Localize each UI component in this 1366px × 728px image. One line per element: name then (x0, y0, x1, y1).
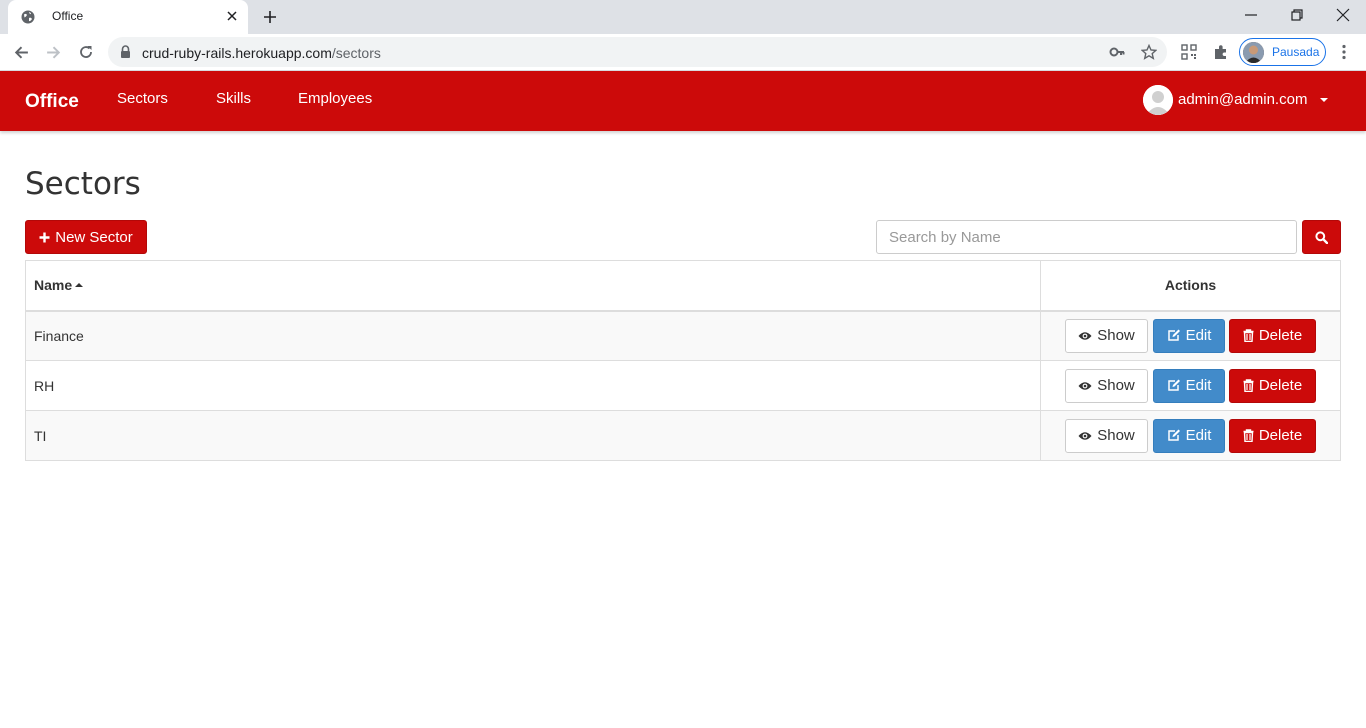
profile-label: Pausada (1272, 45, 1320, 59)
url-path: /sectors (331, 45, 381, 61)
pencil-square-icon (1167, 329, 1181, 342)
sector-name-cell: TI (25, 410, 1041, 461)
column-header-name-label: Name (34, 277, 73, 294)
pencil-square-icon (1167, 429, 1181, 442)
edit-button[interactable]: Edit (1153, 418, 1225, 453)
delete-label: Delete (1258, 327, 1303, 345)
search-input[interactable] (876, 220, 1297, 254)
delete-label: Delete (1258, 427, 1303, 444)
delete-button[interactable]: Delete (1229, 368, 1316, 403)
forward-arrow-icon[interactable] (45, 44, 62, 61)
eye-icon (1078, 381, 1092, 391)
show-label: Show (1097, 327, 1135, 345)
show-button[interactable]: Show (1065, 418, 1148, 453)
edit-label: Edit (1185, 427, 1212, 444)
browser-toolbar: crud-ruby-rails.herokuapp.com/sectors Pa… (0, 34, 1366, 71)
chevron-down-icon (1320, 98, 1328, 102)
profile-avatar (1243, 42, 1264, 63)
new-sector-button[interactable]: New Sector (25, 220, 147, 254)
globe-icon (21, 10, 35, 24)
user-email: admin@admin.com (1178, 91, 1308, 108)
nav-link-skills[interactable]: Skills (216, 90, 251, 107)
table-row: TI Show Edit Delete (25, 410, 1341, 461)
star-icon[interactable] (1141, 44, 1157, 60)
sort-ascending-icon (75, 283, 84, 288)
trash-icon (1243, 329, 1254, 343)
column-header-actions: Actions (1040, 260, 1341, 312)
browser-tab-strip: Office (0, 0, 1366, 34)
sector-name-cell: Finance (25, 310, 1041, 361)
url-host: crud-ruby-rails.herokuapp.com (142, 45, 332, 61)
restore-icon[interactable] (1290, 8, 1304, 22)
delete-button[interactable]: Delete (1229, 318, 1316, 353)
edit-label: Edit (1185, 327, 1212, 345)
eye-icon (1078, 331, 1092, 341)
tab-title: Office (52, 9, 84, 23)
new-tab-icon[interactable] (262, 9, 278, 25)
nav-link-sectors[interactable]: Sectors (117, 90, 168, 107)
kebab-menu-icon[interactable] (1337, 44, 1351, 60)
edit-button[interactable]: Edit (1153, 318, 1225, 353)
url-text[interactable]: crud-ruby-rails.herokuapp.com/sectors (142, 45, 381, 61)
app-navbar: Office Sectors Skills Employees admin@ad… (0, 71, 1366, 131)
sectors-table: Name Actions Finance Show Edit Delete RH… (25, 260, 1341, 461)
plus-icon (39, 232, 50, 243)
close-icon[interactable] (226, 10, 238, 22)
table-row: Finance Show Edit Delete (25, 310, 1341, 361)
search-icon (1315, 230, 1328, 244)
sector-name-cell: RH (25, 360, 1041, 411)
show-button[interactable]: Show (1065, 368, 1148, 403)
eye-icon (1078, 431, 1092, 441)
nav-link-employees[interactable]: Employees (298, 90, 372, 107)
back-arrow-icon[interactable] (13, 44, 30, 61)
window-close-icon[interactable] (1336, 8, 1350, 22)
pencil-square-icon (1167, 379, 1181, 392)
show-label: Show (1097, 377, 1135, 394)
delete-label: Delete (1258, 377, 1303, 394)
show-button[interactable]: Show (1065, 318, 1148, 353)
actions-cell: Show Edit Delete (1040, 360, 1341, 411)
show-label: Show (1097, 427, 1135, 444)
qr-code-icon[interactable] (1181, 44, 1197, 60)
key-icon[interactable] (1109, 44, 1125, 60)
trash-icon (1243, 429, 1254, 442)
table-row: RH Show Edit Delete (25, 360, 1341, 411)
minimize-icon[interactable] (1244, 8, 1258, 22)
brand-logo[interactable]: Office (25, 91, 79, 113)
new-sector-label: New Sector (55, 228, 133, 246)
lock-icon[interactable] (120, 45, 131, 59)
page-title: Sectors (25, 166, 141, 202)
trash-icon (1243, 379, 1254, 392)
reload-icon[interactable] (78, 44, 94, 60)
column-header-name[interactable]: Name (25, 260, 1041, 312)
browser-tab[interactable]: Office (8, 0, 248, 34)
user-avatar (1143, 85, 1173, 115)
delete-button[interactable]: Delete (1229, 418, 1316, 453)
profile-chip[interactable]: Pausada (1239, 38, 1326, 66)
actions-cell: Show Edit Delete (1040, 310, 1341, 361)
search-button[interactable] (1302, 220, 1341, 254)
edit-label: Edit (1185, 377, 1212, 394)
actions-cell: Show Edit Delete (1040, 410, 1341, 461)
edit-button[interactable]: Edit (1153, 368, 1225, 403)
address-bar[interactable]: crud-ruby-rails.herokuapp.com/sectors (108, 37, 1167, 67)
extensions-puzzle-icon[interactable] (1213, 44, 1229, 60)
